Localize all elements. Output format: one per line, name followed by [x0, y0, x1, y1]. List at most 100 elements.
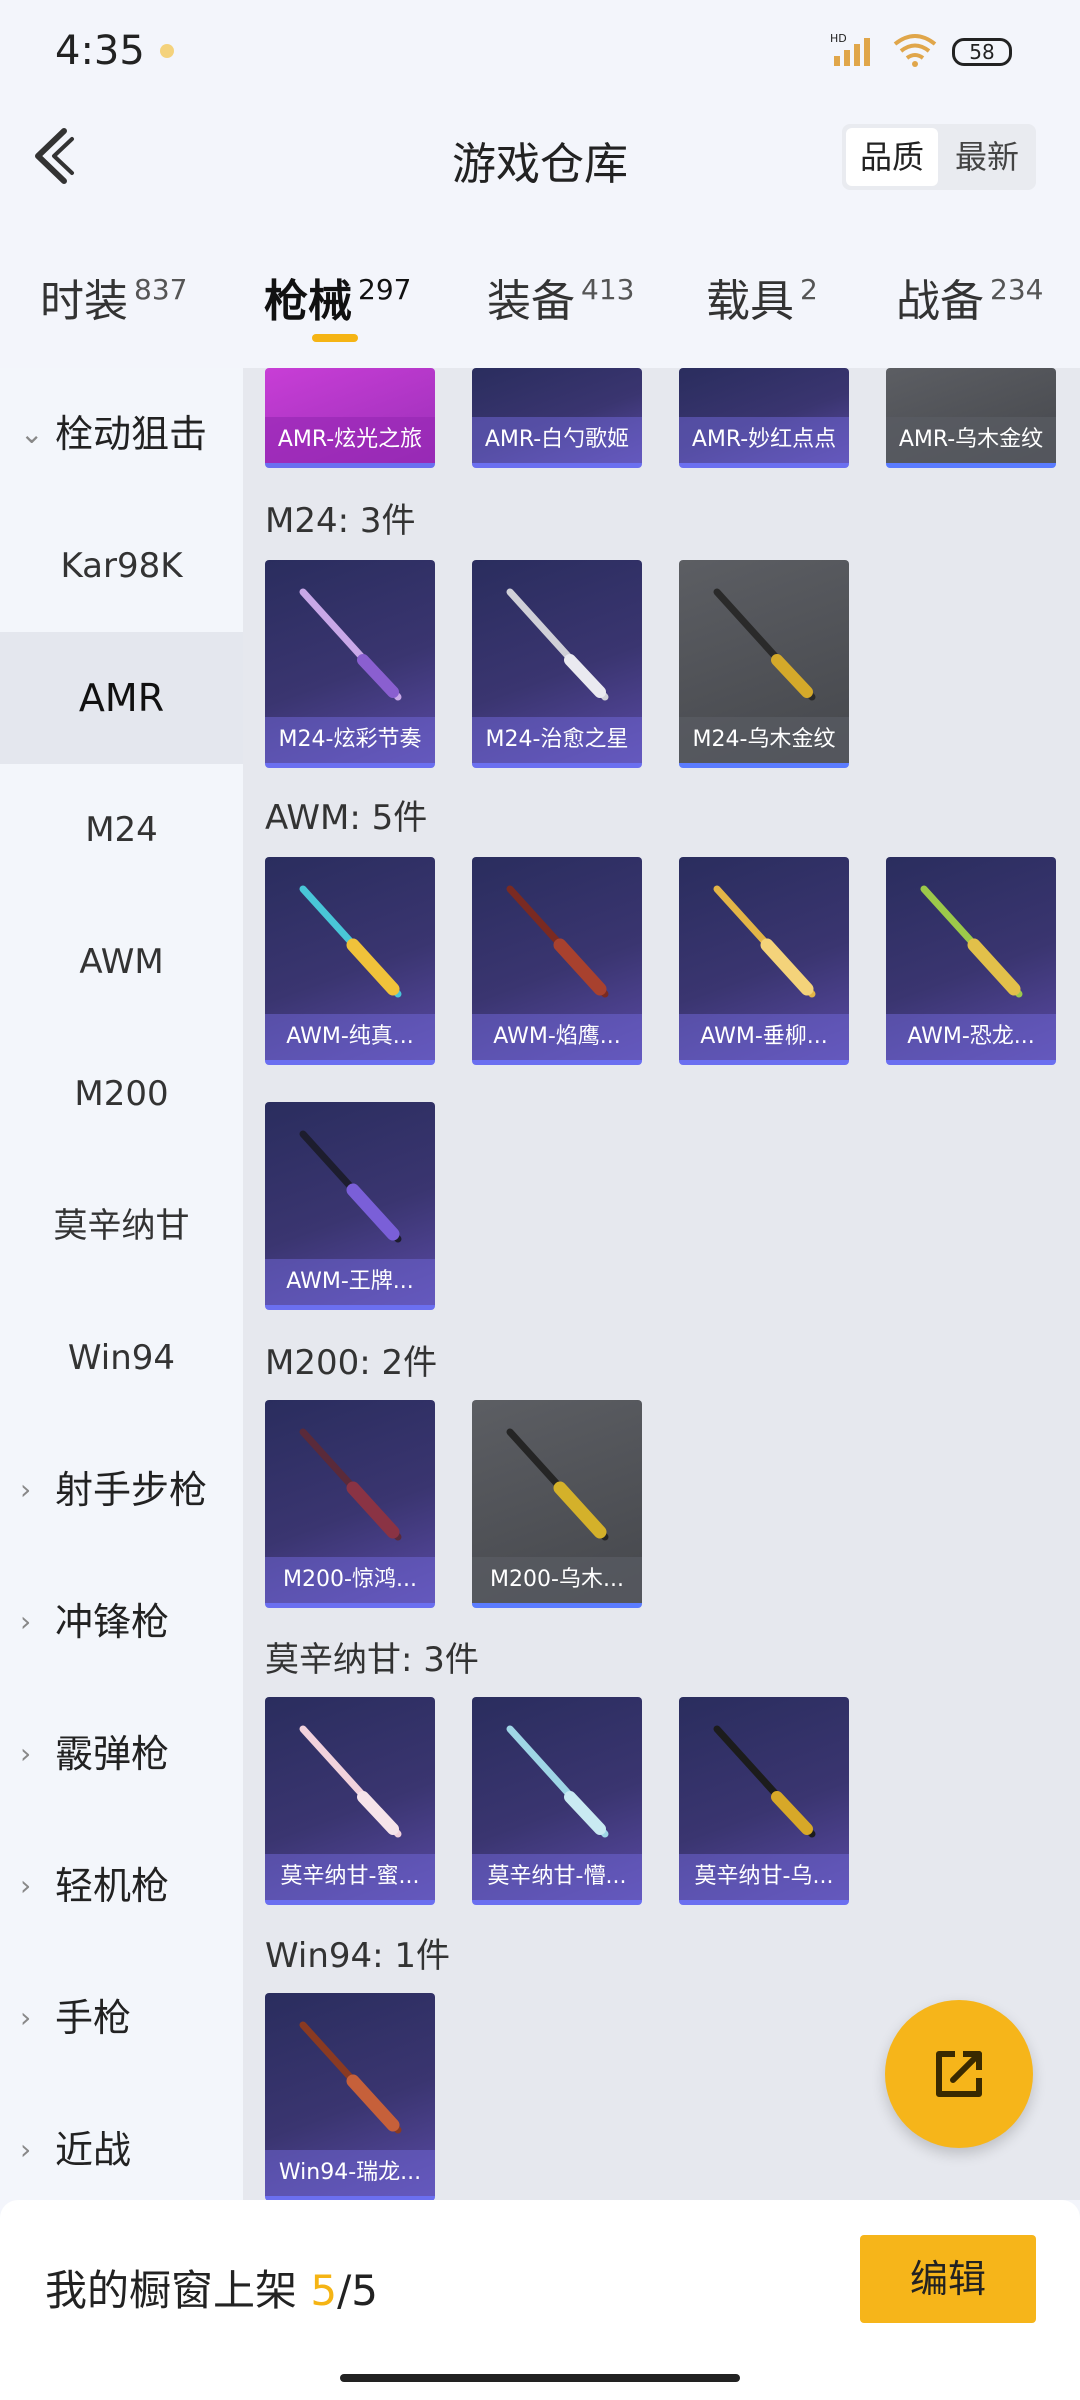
item-card[interactable]: M24-乌木金纹 — [679, 560, 849, 768]
item-card[interactable]: 莫辛纳甘-乌... — [679, 1697, 849, 1905]
item-name: AWM-垂柳... — [679, 1014, 849, 1060]
status-bar: 4:35 HD 58 — [0, 0, 1080, 105]
rifle-icon — [920, 885, 1023, 998]
sidebar-item-label: 近战 — [55, 2128, 132, 2172]
item-name: M200-惊鸿... — [265, 1557, 435, 1603]
external-link-icon — [936, 2051, 982, 2097]
rifle-icon — [299, 1725, 402, 1838]
item-name: 莫辛纳甘-蜜... — [265, 1854, 435, 1900]
item-card[interactable]: M24-炫彩节奏 — [265, 560, 435, 768]
chevron-down-icon: ⌄ — [20, 417, 44, 450]
tab-equipment[interactable]: 装备 413 — [487, 265, 634, 329]
tab-count: 297 — [358, 273, 412, 306]
item-card[interactable]: AMR-白勺歌姬 — [472, 368, 642, 468]
sidebar-group-smg[interactable]: › 冲锋枪 — [0, 1556, 243, 1688]
tab-costume[interactable]: 时装 837 — [40, 265, 187, 329]
section-title: Win94: 1件 — [265, 1936, 451, 1976]
item-card[interactable]: 莫辛纳甘-懵... — [472, 1697, 642, 1905]
showcase-used: 5 — [310, 2266, 338, 2315]
sidebar-item-label: 轻机枪 — [55, 1864, 170, 1908]
network-label: HD — [830, 32, 847, 45]
item-card[interactable]: M24-治愈之星 — [472, 560, 642, 768]
rifle-icon — [299, 885, 402, 998]
item-card[interactable]: AMR-乌木金纹 — [886, 368, 1056, 468]
sidebar-item-mosin[interactable]: 莫辛纳甘 — [0, 1160, 243, 1292]
chevron-right-icon: › — [20, 2133, 32, 2166]
sidebar-item-label: 射手步枪 — [55, 1468, 208, 1512]
cellular-signal-icon: HD — [830, 32, 870, 66]
sidebar-item-awm[interactable]: AWM — [0, 896, 243, 1028]
item-name: M24-治愈之星 — [472, 717, 642, 763]
sidebar-item-win94[interactable]: Win94 — [0, 1292, 243, 1424]
item-name: AMR-乌木金纹 — [886, 417, 1056, 463]
share-fab-button[interactable] — [885, 2000, 1033, 2148]
edit-button[interactable]: 编辑 — [860, 2235, 1036, 2323]
tab-count: 413 — [581, 273, 635, 306]
sidebar-group-bolt-action[interactable]: ⌄ 栓动狙击 — [0, 368, 243, 500]
rifle-icon — [713, 885, 816, 998]
sidebar-group-shotgun[interactable]: › 霰弹枪 — [0, 1688, 243, 1820]
chevron-right-icon: › — [20, 1605, 32, 1638]
item-name: 莫辛纳甘-懵... — [472, 1854, 642, 1900]
tab-weapons[interactable]: 枪械 297 — [264, 265, 411, 329]
item-card[interactable]: AWM-焰鹰... — [472, 857, 642, 1065]
showcase-count: 我的橱窗上架 5/5 — [45, 2257, 378, 2318]
active-tab-indicator — [312, 334, 358, 342]
item-name: 莫辛纳甘-乌... — [679, 1854, 849, 1900]
item-card[interactable]: AWM-王牌... — [265, 1102, 435, 1310]
rifle-icon — [299, 1130, 402, 1243]
tab-count: 234 — [990, 273, 1044, 306]
rifle-icon — [506, 885, 609, 998]
sidebar-item-label: 霰弹枪 — [55, 1732, 170, 1776]
item-card[interactable]: AMR-炫光之旅 — [265, 368, 435, 468]
section-title: M200: 2件 — [265, 1343, 438, 1383]
tab-label: 装备 — [487, 276, 575, 327]
item-card[interactable]: M200-乌木... — [472, 1400, 642, 1608]
item-name: AMR-妙红点点 — [679, 417, 849, 463]
item-name: AWM-纯真... — [265, 1014, 435, 1060]
tab-count: 2 — [800, 273, 818, 306]
sidebar-item-label: 栓动狙击 — [55, 412, 208, 456]
item-card[interactable]: AWM-纯真... — [265, 857, 435, 1065]
home-indicator[interactable] — [340, 2374, 740, 2382]
status-time: 4:35 — [55, 28, 145, 74]
sort-quality-button[interactable]: 品质 — [846, 128, 938, 186]
sidebar-item-kar98k[interactable]: Kar98K — [0, 500, 243, 632]
item-card[interactable]: M200-惊鸿... — [265, 1400, 435, 1608]
tab-supplies[interactable]: 战备 234 — [896, 265, 1043, 329]
item-name: AWM-焰鹰... — [472, 1014, 642, 1060]
item-card[interactable]: 莫辛纳甘-蜜... — [265, 1697, 435, 1905]
item-name: AMR-白勺歌姬 — [472, 417, 642, 463]
chevron-right-icon: › — [20, 1869, 32, 1902]
item-name: M24-炫彩节奏 — [265, 717, 435, 763]
sidebar-group-melee[interactable]: › 近战 — [0, 2084, 243, 2216]
sidebar-item-label: 手枪 — [55, 1996, 132, 2040]
sidebar-item-amr[interactable]: AMR — [0, 632, 243, 764]
rifle-icon — [299, 588, 402, 701]
sidebar-item-m200[interactable]: M200 — [0, 1028, 243, 1160]
tab-label: 枪械 — [264, 276, 352, 327]
tab-label: 战备 — [896, 276, 984, 327]
sidebar-group-lmg[interactable]: › 轻机枪 — [0, 1820, 243, 1952]
rifle-icon — [713, 588, 816, 701]
sidebar-item-m24[interactable]: M24 — [0, 764, 243, 896]
chevron-right-icon: › — [20, 2001, 32, 2034]
tab-label: 时装 — [40, 276, 128, 327]
sort-newest-button[interactable]: 最新 — [942, 128, 1032, 186]
rifle-icon — [299, 1428, 402, 1541]
rifle-icon — [713, 1725, 816, 1838]
item-name: M200-乌木... — [472, 1557, 642, 1603]
tab-count: 837 — [134, 273, 188, 306]
showcase-total: /5 — [337, 2266, 378, 2315]
sidebar-group-dmr[interactable]: › 射手步枪 — [0, 1424, 243, 1556]
item-card[interactable]: Win94-瑞龙... — [265, 1993, 435, 2201]
tab-vehicles[interactable]: 载具 2 — [706, 265, 818, 329]
item-name: AWM-王牌... — [265, 1259, 435, 1305]
rifle-icon — [506, 1428, 609, 1541]
item-card[interactable]: AMR-妙红点点 — [679, 368, 849, 468]
chevron-right-icon: › — [20, 1473, 32, 1506]
chevron-right-icon: › — [20, 1737, 32, 1770]
item-card[interactable]: AWM-恐龙... — [886, 857, 1056, 1065]
item-card[interactable]: AWM-垂柳... — [679, 857, 849, 1065]
sidebar-group-pistol[interactable]: › 手枪 — [0, 1952, 243, 2084]
